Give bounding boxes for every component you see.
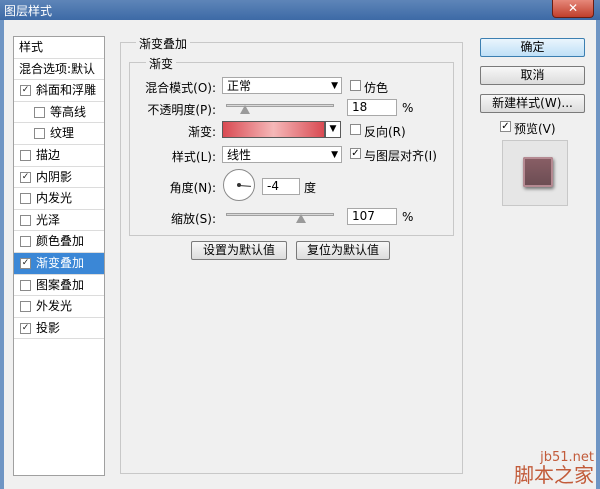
new-style-button[interactable]: 新建样式(W)... — [480, 94, 585, 113]
sidebar-item-checkbox[interactable] — [20, 193, 31, 205]
sidebar-item-checkbox[interactable]: ✓ — [20, 322, 31, 334]
sidebar-item[interactable]: ✓ 斜面和浮雕 — [14, 80, 104, 102]
sidebar-item[interactable]: 内发光 — [14, 188, 104, 210]
chevron-down-icon: ▼ — [331, 81, 338, 91]
style-value: 线性 — [227, 148, 252, 162]
gradient-label: 渐变: — [187, 125, 216, 139]
ok-button[interactable]: 确定 — [480, 38, 585, 57]
subgroup-title: 渐变 — [146, 55, 177, 72]
sidebar-item-checkbox[interactable]: ✓ — [20, 171, 31, 183]
sidebar-item-label: 颜色叠加 — [36, 234, 85, 249]
align-with-layer-label: 与图层对齐(I) — [364, 149, 437, 163]
sidebar-item-label: 斜面和浮雕 — [36, 83, 97, 98]
scale-label: 缩放(S): — [170, 212, 216, 226]
sidebar-item-checkbox[interactable] — [20, 236, 31, 248]
gradient-dropdown-button[interactable]: ▼ — [325, 121, 341, 138]
style-select[interactable]: 线性 ▼ — [222, 146, 342, 163]
reverse-label: 反向(R) — [364, 125, 406, 139]
close-button[interactable]: ✕ — [552, 0, 594, 18]
sidebar-item-label: 图案叠加 — [36, 277, 85, 292]
group-title: 渐变叠加 — [136, 35, 191, 52]
sidebar-item[interactable]: 描边 — [14, 145, 104, 167]
watermark-name: 脚本之家 — [514, 463, 594, 487]
make-default-button[interactable]: 设置为默认值 — [191, 241, 287, 260]
sidebar-item-label: 投影 — [36, 320, 61, 335]
angle-input[interactable]: -4 — [262, 178, 300, 195]
scale-input[interactable]: 107 — [347, 208, 397, 225]
window-title: 图层样式 — [4, 4, 53, 18]
chevron-down-icon: ▼ — [329, 124, 337, 134]
style-list: 样式 混合选项:默认 ✓ 斜面和浮雕等高线纹理描边 ✓ 内阴影内发光光泽颜色叠加 ✓ 渐变叠… — [13, 36, 105, 476]
sidebar-item[interactable]: 图案叠加 — [14, 275, 104, 297]
sidebar-item[interactable]: ✓ 渐变叠加 — [14, 252, 104, 275]
blend-mode-value: 正常 — [227, 79, 252, 93]
watermark: jb51.net 脚本之家 — [514, 450, 594, 485]
sidebar-item-checkbox[interactable] — [20, 279, 31, 291]
sidebar-item-label: 等高线 — [50, 104, 87, 119]
preview-swatch — [523, 157, 553, 187]
style-preview — [502, 140, 568, 206]
reverse-checkbox[interactable] — [350, 124, 361, 135]
sidebar-item-checkbox[interactable]: ✓ — [20, 257, 31, 269]
opacity-label: 不透明度(P): — [147, 103, 216, 117]
opacity-input[interactable]: 18 — [347, 99, 397, 116]
opacity-value: 18 — [352, 100, 368, 114]
styles-header[interactable]: 样式 — [14, 37, 104, 59]
gradient-picker[interactable] — [222, 121, 325, 138]
sidebar-item[interactable]: 外发光 — [14, 296, 104, 318]
styles-header-label: 样式 — [19, 40, 44, 54]
sidebar-item-checkbox[interactable] — [20, 214, 31, 226]
scale-slider[interactable] — [226, 213, 334, 216]
angle-dial-needle — [238, 185, 251, 187]
sidebar-item-checkbox[interactable]: ✓ — [20, 85, 31, 97]
sidebar-item[interactable]: 颜色叠加 — [14, 231, 104, 253]
sidebar-item-label: 外发光 — [36, 299, 73, 314]
sidebar-item-label: 渐变叠加 — [36, 255, 85, 270]
chevron-down-icon: ▼ — [331, 150, 338, 160]
opacity-unit: % — [402, 101, 414, 115]
style-label: 样式(L): — [171, 150, 216, 164]
sidebar-item-label: 内阴影 — [36, 169, 73, 184]
sidebar-item[interactable]: 混合选项:默认 — [14, 59, 104, 81]
title-bar: 图层样式 ✕ — [0, 0, 600, 20]
angle-dial[interactable] — [223, 169, 255, 201]
angle-label: 角度(N): — [169, 181, 216, 195]
align-with-layer-checkbox[interactable]: ✓ — [350, 148, 361, 159]
sidebar-item-label: 混合选项:默认 — [19, 61, 96, 76]
sidebar-item-checkbox[interactable] — [34, 128, 45, 140]
sidebar-item[interactable]: 纹理 — [14, 123, 104, 145]
opacity-slider-thumb[interactable] — [240, 105, 251, 114]
sidebar-item-checkbox[interactable] — [20, 149, 31, 161]
scale-unit: % — [402, 210, 414, 224]
sidebar-item[interactable]: 光泽 — [14, 210, 104, 232]
dither-checkbox[interactable] — [350, 80, 361, 91]
sidebar-item-label: 光泽 — [36, 212, 61, 227]
sidebar-item-label: 内发光 — [36, 191, 73, 206]
blend-mode-label: 混合模式(O): — [145, 81, 216, 95]
scale-slider-thumb[interactable] — [295, 214, 306, 223]
sidebar-item[interactable]: ✓ 投影 — [14, 318, 104, 340]
angle-value: -4 — [267, 179, 279, 193]
scale-value: 107 — [352, 209, 375, 223]
preview-checkbox[interactable]: ✓ — [500, 121, 511, 132]
cancel-button[interactable]: 取消 — [480, 66, 585, 85]
sidebar-item-checkbox[interactable] — [20, 301, 31, 313]
blend-mode-select[interactable]: 正常 ▼ — [222, 77, 342, 94]
sidebar-item-label: 描边 — [36, 147, 61, 162]
sidebar-item[interactable]: 等高线 — [14, 102, 104, 124]
dither-label: 仿色 — [364, 81, 389, 95]
sidebar-item[interactable]: ✓ 内阴影 — [14, 167, 104, 189]
sidebar-item-checkbox[interactable] — [34, 106, 45, 118]
reset-default-button[interactable]: 复位为默认值 — [296, 241, 390, 260]
angle-unit: 度 — [304, 181, 317, 195]
preview-label: 预览(V) — [514, 122, 556, 136]
sidebar-item-label: 纹理 — [50, 126, 75, 141]
